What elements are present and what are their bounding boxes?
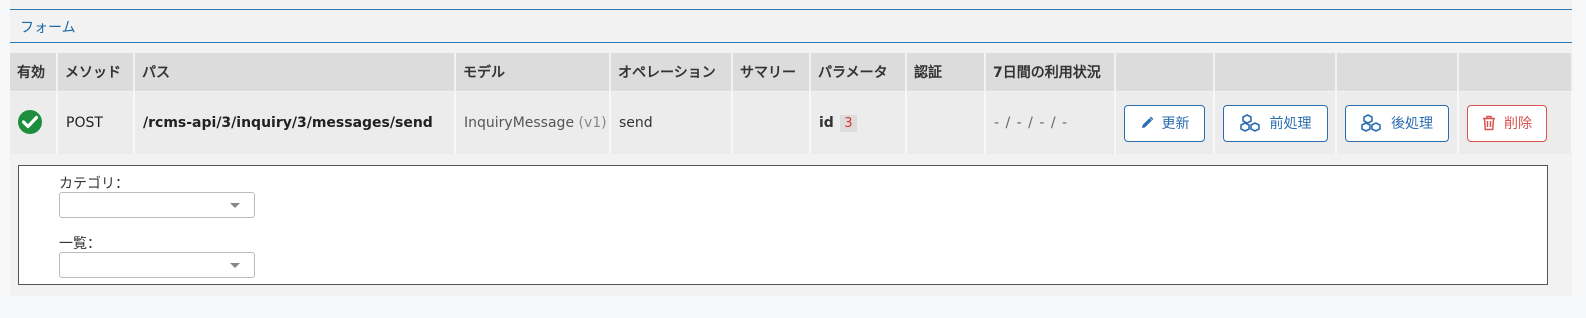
header-auth: 認証 <box>906 53 986 92</box>
header-action-update <box>1115 53 1215 92</box>
header-method: メソッド <box>57 53 135 92</box>
header-usage: 7日間の利用状況 <box>985 53 1116 92</box>
header-action-preprocess <box>1214 53 1337 92</box>
table-header-row: 有効 メソッド パス モデル オペレーション サマリー パラメータ 認証 7日間… <box>10 53 1573 92</box>
cell-enabled <box>10 91 58 154</box>
model-name: InquiryMessage <box>464 115 575 131</box>
category-label: カテゴリ： <box>59 176 129 192</box>
delete-button-label: 削除 <box>1504 116 1532 132</box>
form-section: フォーム 有効 メソッド パス モデル オペレーション サマリー パラメータ 認… <box>10 0 1573 296</box>
param-name: id <box>819 114 834 131</box>
detail-panel: カテゴリ： 一覧： <box>18 165 1548 285</box>
cell-operation: send <box>610 91 733 154</box>
caret-down-icon <box>230 203 240 208</box>
trash-icon <box>1482 115 1496 131</box>
header-model: モデル <box>455 53 611 92</box>
cell-postprocess-action: 後処理 <box>1336 91 1459 154</box>
postprocess-button[interactable]: 後処理 <box>1345 104 1449 142</box>
update-button-label: 更新 <box>1161 116 1190 132</box>
postprocess-button-label: 後処理 <box>1391 116 1433 132</box>
list-select[interactable] <box>59 252 255 278</box>
header-action-delete <box>1458 53 1573 92</box>
caret-down-icon <box>230 263 240 268</box>
cubes-icon <box>1239 114 1262 132</box>
cell-usage: - / - / - / - <box>985 91 1116 154</box>
cubes-icon <box>1361 114 1383 132</box>
header-enabled: 有効 <box>10 53 58 92</box>
cell-update-action: 更新 <box>1115 91 1215 154</box>
header-action-postprocess <box>1336 53 1459 92</box>
delete-button[interactable]: 削除 <box>1467 104 1547 142</box>
header-summary: サマリー <box>732 53 811 92</box>
cell-delete-action: 削除 <box>1458 91 1573 154</box>
update-button[interactable]: 更新 <box>1124 104 1205 142</box>
cell-model: InquiryMessage (v1) <box>455 91 611 154</box>
pencil-icon <box>1140 116 1154 130</box>
cell-parameter: id 3 <box>810 91 907 154</box>
cell-preprocess-action: 前処理 <box>1214 91 1337 154</box>
list-label: 一覧： <box>59 236 101 252</box>
preprocess-button[interactable]: 前処理 <box>1223 104 1328 142</box>
cell-method: POST <box>57 91 135 154</box>
cell-path: /rcms-api/3/inquiry/3/messages/send <box>134 91 456 154</box>
section-title: フォーム <box>20 20 76 36</box>
header-operation: オペレーション <box>610 53 733 92</box>
table-row: POST /rcms-api/3/inquiry/3/messages/send… <box>10 91 1573 154</box>
preprocess-button-label: 前処理 <box>1269 116 1312 132</box>
category-select[interactable] <box>59 192 255 218</box>
check-circle-icon <box>18 110 42 134</box>
header-parameter: パラメータ <box>810 53 907 92</box>
section-header: フォーム <box>10 9 1572 43</box>
header-path: パス <box>134 53 456 92</box>
param-value-badge: 3 <box>840 114 857 132</box>
model-version: (v1) <box>578 115 607 131</box>
api-table: 有効 メソッド パス モデル オペレーション サマリー パラメータ 認証 7日間… <box>10 53 1573 154</box>
cell-summary <box>732 91 811 154</box>
cell-auth <box>906 91 986 154</box>
